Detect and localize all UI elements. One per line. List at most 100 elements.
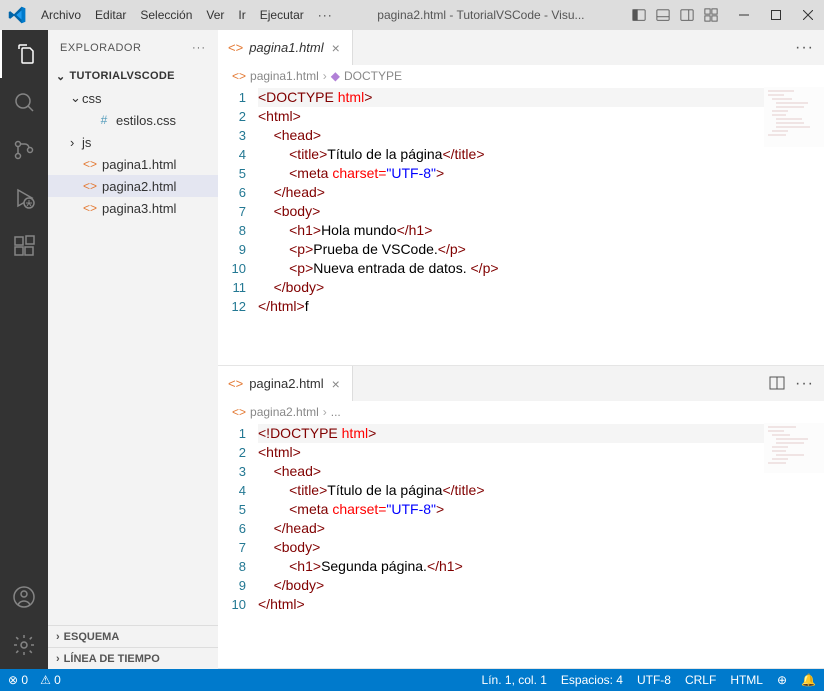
sidebar-section[interactable]: ›ESQUEMA: [48, 625, 218, 647]
tree-item-label: estilos.css: [116, 113, 176, 128]
menu-item[interactable]: Editar: [88, 8, 133, 22]
extensions-icon[interactable]: [0, 222, 48, 270]
code-line[interactable]: <html>: [258, 107, 824, 126]
accounts-icon[interactable]: [0, 573, 48, 621]
tree-item[interactable]: <>pagina2.html: [48, 175, 218, 197]
menu-item[interactable]: Selección: [133, 8, 199, 22]
encoding[interactable]: UTF-8: [637, 673, 671, 687]
breadcrumb-2[interactable]: <> pagina2.html › ...: [218, 401, 824, 423]
window-controls: [728, 0, 824, 30]
code-content[interactable]: <!DOCTYPE html><html> <head> <title>Títu…: [258, 423, 824, 668]
code-line[interactable]: <p>Prueba de VSCode.</p>: [258, 240, 824, 259]
html-file-icon: <>: [228, 40, 243, 55]
code-line[interactable]: </html>f: [258, 297, 824, 316]
tree-item-label: css: [82, 91, 102, 106]
code-line[interactable]: </head>: [258, 183, 824, 202]
line-gutter: 123456789101112: [218, 87, 258, 365]
project-name: TUTORIALVSCODE: [70, 70, 175, 82]
tree-item[interactable]: ⌄css: [48, 87, 218, 109]
run-debug-icon[interactable]: [0, 174, 48, 222]
notifications-icon[interactable]: 🔔: [801, 673, 816, 687]
layout-controls: [622, 4, 728, 26]
breadcrumb-1[interactable]: <> pagina1.html › ◆ DOCTYPE: [218, 65, 824, 87]
search-icon[interactable]: [0, 78, 48, 126]
css-file-icon: #: [96, 113, 112, 127]
code-line[interactable]: <p>Nueva entrada de datos. </p>: [258, 259, 824, 278]
code-line[interactable]: <head>: [258, 126, 824, 145]
code-line[interactable]: <title>Título de la página</title>: [258, 481, 824, 500]
html-file-icon: <>: [228, 376, 243, 391]
editor-more-actions-icon[interactable]: ···: [795, 375, 814, 393]
code-line[interactable]: <!DOCTYPE html>: [258, 424, 764, 443]
tree-item-label: pagina1.html: [102, 157, 176, 172]
code-line[interactable]: <h1>Hola mundo</h1>: [258, 221, 824, 240]
tree-item[interactable]: # estilos.css: [48, 109, 218, 131]
minimap[interactable]: [764, 87, 824, 147]
code-line[interactable]: </body>: [258, 278, 824, 297]
language-mode[interactable]: HTML: [730, 673, 763, 687]
menu-item[interactable]: Ir: [231, 8, 252, 22]
customize-layout-icon[interactable]: [700, 4, 722, 26]
code-line[interactable]: <body>: [258, 202, 824, 221]
menu-item[interactable]: Archivo: [34, 8, 88, 22]
tree-item[interactable]: ›js: [48, 131, 218, 153]
close-tab-icon[interactable]: ×: [330, 376, 342, 392]
menu-item[interactable]: Ver: [199, 8, 231, 22]
menu-item[interactable]: ···: [311, 8, 340, 22]
warnings-count[interactable]: ⚠ 0: [40, 673, 61, 687]
minimize-button[interactable]: [728, 0, 760, 30]
sidebar-title: EXPLORADOR: [60, 42, 141, 54]
line-gutter: 12345678910: [218, 423, 258, 668]
code-line[interactable]: <title>Título de la página</title>: [258, 145, 824, 164]
menu-item[interactable]: Ejecutar: [253, 8, 311, 22]
more-actions-icon[interactable]: ···: [192, 42, 206, 54]
close-button[interactable]: [792, 0, 824, 30]
editor-more-actions-icon[interactable]: ···: [795, 39, 814, 57]
code-line[interactable]: </head>: [258, 519, 824, 538]
source-control-icon[interactable]: [0, 126, 48, 174]
sidebar-section[interactable]: ›LÍNEA DE TIEMPO: [48, 647, 218, 669]
project-root[interactable]: ⌄TUTORIALVSCODE: [48, 65, 218, 87]
breadcrumb-item: pagina2.html: [250, 405, 319, 419]
cursor-position[interactable]: Lín. 1, col. 1: [482, 673, 547, 687]
tree-item[interactable]: <>pagina3.html: [48, 197, 218, 219]
code-line[interactable]: <body>: [258, 538, 824, 557]
maximize-button[interactable]: [760, 0, 792, 30]
sidebar-header: EXPLORADOR ···: [48, 30, 218, 65]
code-line[interactable]: <html>: [258, 443, 824, 462]
code-line[interactable]: <DOCTYPE html>: [258, 88, 764, 107]
code-line[interactable]: <meta charset="UTF-8">: [258, 164, 824, 183]
code-line[interactable]: <meta charset="UTF-8">: [258, 500, 824, 519]
indentation[interactable]: Espacios: 4: [561, 673, 623, 687]
tab-pagina2[interactable]: <> pagina2.html ×: [218, 366, 353, 401]
settings-gear-icon[interactable]: [0, 621, 48, 669]
code-line[interactable]: </body>: [258, 576, 824, 595]
close-tab-icon[interactable]: ×: [330, 40, 342, 56]
tab-label: pagina2.html: [249, 376, 323, 391]
toggle-panel-left-icon[interactable]: [628, 4, 650, 26]
tree-item[interactable]: <>pagina1.html: [48, 153, 218, 175]
breadcrumb-item: pagina1.html: [250, 69, 319, 83]
feedback-icon[interactable]: ⊕: [777, 673, 787, 687]
window-title: pagina2.html - TutorialVSCode - Visu...: [340, 8, 622, 22]
split-editor-icon[interactable]: [769, 375, 785, 393]
tabs-1: <> pagina1.html × ···: [218, 30, 824, 65]
tab-pagina1[interactable]: <> pagina1.html ×: [218, 30, 353, 65]
minimap[interactable]: [764, 423, 824, 483]
toggle-panel-bottom-icon[interactable]: [652, 4, 674, 26]
explorer-icon[interactable]: [0, 30, 48, 78]
code-line[interactable]: </html>: [258, 595, 824, 614]
code-line[interactable]: <h1>Segunda página.</h1>: [258, 557, 824, 576]
tree-item-label: pagina3.html: [102, 201, 176, 216]
tabs-2: <> pagina2.html × ···: [218, 366, 824, 401]
code-editor-2[interactable]: 12345678910 <!DOCTYPE html><html> <head>…: [218, 423, 824, 668]
code-content[interactable]: <DOCTYPE html><html> <head> <title>Títul…: [258, 87, 824, 365]
toggle-panel-right-icon[interactable]: [676, 4, 698, 26]
vscode-logo-icon: [0, 6, 34, 24]
eol[interactable]: CRLF: [685, 673, 716, 687]
code-line[interactable]: <head>: [258, 462, 824, 481]
main-area: EXPLORADOR ··· ⌄TUTORIALVSCODE ⌄css # esti…: [0, 30, 824, 669]
tree-item-label: pagina2.html: [102, 179, 176, 194]
code-editor-1[interactable]: 123456789101112 <DOCTYPE html><html> <he…: [218, 87, 824, 365]
errors-count[interactable]: ⊗ 0: [8, 673, 28, 687]
